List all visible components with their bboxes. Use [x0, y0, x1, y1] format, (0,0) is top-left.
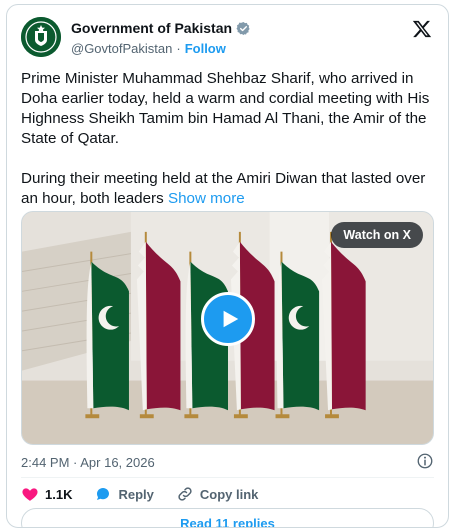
- tweet-paragraph-2: During their meeting held at the Amiri D…: [21, 170, 426, 207]
- copy-link-button[interactable]: Copy link: [176, 485, 259, 503]
- tweet-paragraph-1: Prime Minister Muhammad Shehbaz Sharif, …: [21, 70, 430, 147]
- read-replies-button[interactable]: Read 11 replies: [21, 508, 434, 527]
- info-icon[interactable]: [416, 452, 434, 470]
- reply-icon: [97, 488, 110, 500]
- tweet-meta: 2:44 PM · Apr 16, 2026: [21, 453, 434, 471]
- action-bar: 1.1K Reply Copy link: [21, 483, 434, 505]
- government-emblem-icon: [21, 17, 61, 57]
- tweet-card: Government of Pakistan @GovtofPakistan ·…: [6, 4, 449, 528]
- video-player[interactable]: Watch on X: [21, 211, 434, 445]
- play-button[interactable]: [200, 292, 255, 346]
- reply-button[interactable]: Reply: [94, 485, 154, 503]
- play-icon: [223, 310, 238, 328]
- x-logo-icon[interactable]: [412, 19, 432, 39]
- like-button[interactable]: 1.1K: [21, 485, 72, 503]
- like-count: 1.1K: [45, 486, 73, 502]
- tweet-text: Prime Minister Muhammad Shehbaz Sharif, …: [21, 69, 434, 209]
- avatar[interactable]: [21, 17, 61, 57]
- account-names: Government of Pakistan @GovtofPakistan ·…: [71, 19, 251, 57]
- heart-icon: [22, 488, 38, 501]
- tweet-header: Government of Pakistan @GovtofPakistan ·…: [21, 17, 434, 61]
- show-more-link[interactable]: Show more: [168, 190, 245, 207]
- handle[interactable]: @GovtofPakistan: [71, 41, 172, 56]
- follow-button[interactable]: Follow: [185, 41, 226, 56]
- separator: ·: [176, 40, 181, 56]
- display-name[interactable]: Government of Pakistan: [71, 20, 232, 36]
- link-icon: [178, 487, 192, 501]
- divider: [21, 477, 434, 478]
- copy-link-label: Copy link: [199, 486, 259, 502]
- reply-label: Reply: [118, 486, 154, 502]
- verified-badge-icon: [236, 21, 250, 35]
- timestamp[interactable]: 2:44 PM · Apr 16, 2026: [21, 455, 155, 470]
- watch-on-x-button[interactable]: Watch on X: [331, 222, 423, 248]
